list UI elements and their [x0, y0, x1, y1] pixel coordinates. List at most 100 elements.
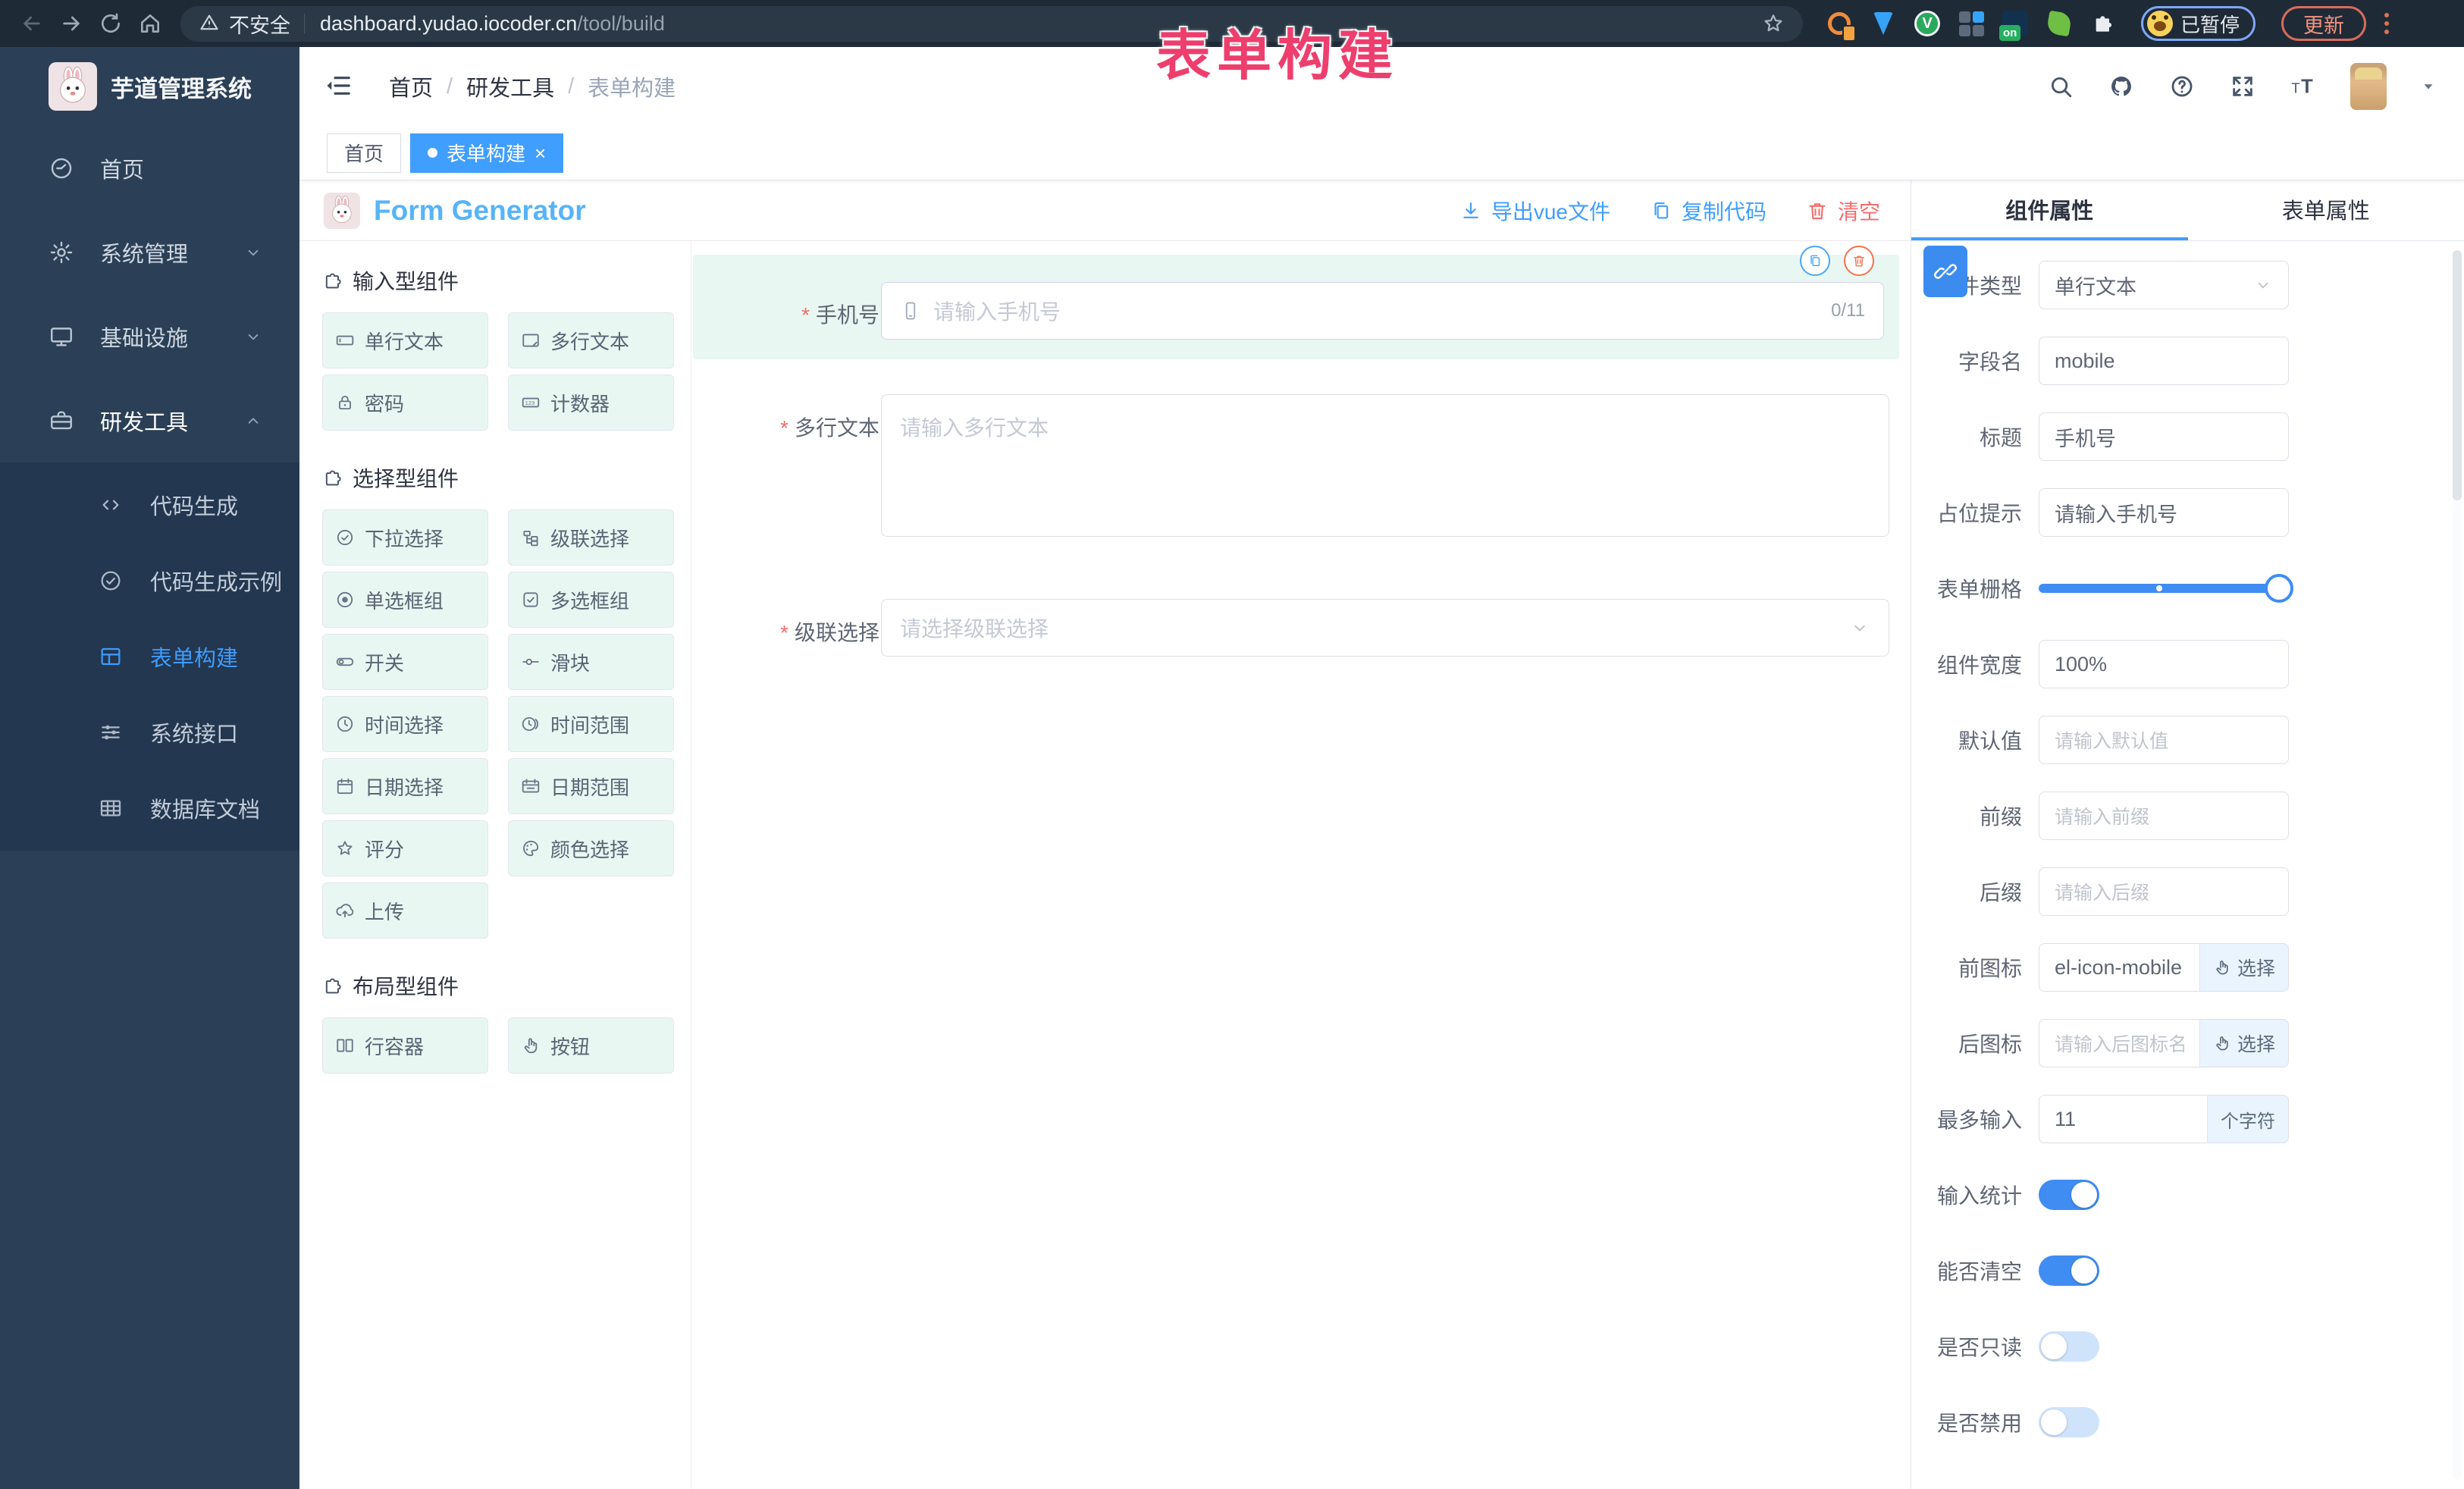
palette-item-时间范围[interactable]: 时间范围	[508, 696, 674, 752]
back-icon[interactable]	[12, 4, 52, 43]
address-bar[interactable]: 不安全 dashboard.yudao.iocoder.cn/tool/buil…	[180, 6, 1803, 42]
sidebar-item-研发工具[interactable]: 研发工具	[0, 378, 299, 462]
user-menu-caret-icon[interactable]	[2420, 78, 2437, 95]
max-length-input[interactable]: 11	[2039, 1095, 2207, 1143]
char-counter: 0/11	[1831, 300, 1865, 321]
select-icon-button[interactable]: 选择	[2199, 1019, 2289, 1067]
sidebar-item-基础设施[interactable]: 基础设施	[0, 294, 299, 378]
profile-chip[interactable]: 已暂停	[2141, 6, 2256, 41]
palette-item-单选框组[interactable]: 单选框组	[322, 572, 488, 628]
user-avatar[interactable]	[2350, 63, 2387, 110]
property-input[interactable]: 请输入前缀	[2039, 792, 2289, 840]
复制代码-button[interactable]: 复制代码	[1650, 196, 1766, 226]
extension-pin-icon[interactable]	[1868, 8, 1898, 39]
sidebar-subitem-代码生成[interactable]: 代码生成	[0, 467, 299, 543]
palette-item-时间选择[interactable]: 时间选择	[322, 696, 488, 752]
extension-grid-icon[interactable]	[1956, 8, 1986, 39]
palette-item-多选框组[interactable]: 多选框组	[508, 572, 674, 628]
palette-item-下拉选择[interactable]: 下拉选择	[322, 509, 488, 566]
palette-item-密码[interactable]: 密码	[322, 375, 488, 431]
form-grid-slider[interactable]	[2039, 564, 2289, 613]
tab-表单构建[interactable]: 表单构建×	[410, 133, 563, 173]
palette-item-计数器[interactable]: 123计数器	[508, 375, 674, 431]
icon-name-input[interactable]: el-icon-mobile	[2039, 943, 2199, 992]
toggle-输入统计[interactable]	[2039, 1180, 2099, 1210]
browser-menu-icon[interactable]	[2384, 13, 2389, 34]
textarea-input[interactable]: 请输入多行文本	[881, 394, 1889, 537]
help-icon[interactable]	[2168, 73, 2196, 100]
delete-field-button[interactable]	[1844, 246, 1874, 276]
row-icon	[335, 1036, 355, 1055]
select-icon-button[interactable]: 选择	[2199, 943, 2289, 992]
copy-icon	[1650, 199, 1672, 222]
sidebar-subitem-数据库文档[interactable]: 数据库文档	[0, 770, 299, 846]
extension-leaf-icon[interactable]	[2044, 8, 2074, 39]
sidebar-subitem-代码生成示例[interactable]: 代码生成示例	[0, 543, 299, 619]
extension-on-badge-icon[interactable]: on	[2000, 8, 2030, 39]
palette-item-颜色选择[interactable]: 颜色选择	[508, 820, 674, 876]
palette-item-级联选择[interactable]: 级联选择	[508, 509, 674, 566]
palette-item-日期范围[interactable]: 日期范围	[508, 758, 674, 814]
panel-tab-组件属性[interactable]: 组件属性	[1911, 180, 2188, 240]
palette-item-评分[interactable]: 评分	[322, 820, 488, 876]
property-input[interactable]: 请输入手机号	[2039, 488, 2289, 537]
bookmark-icon[interactable]	[1762, 12, 1785, 35]
property-input[interactable]: mobile	[2039, 337, 2289, 385]
home-icon[interactable]	[130, 4, 170, 43]
reload-icon[interactable]	[91, 4, 130, 43]
sidebar-subitem-表单构建[interactable]: 表单构建	[0, 619, 299, 694]
search-icon[interactable]	[2047, 73, 2074, 100]
extensions-puzzle-icon[interactable]	[2088, 8, 2118, 39]
copy-field-button[interactable]	[1800, 246, 1830, 276]
cascader-select[interactable]: 请选择级联选择	[881, 599, 1889, 657]
property-input[interactable]: 手机号	[2039, 412, 2289, 461]
palette-item-行容器[interactable]: 行容器	[322, 1017, 488, 1074]
sidebar-item-首页[interactable]: 首页	[0, 126, 299, 210]
palette-item-滑块[interactable]: 滑块	[508, 634, 674, 690]
palette-item-上传[interactable]: 上传	[322, 882, 488, 939]
breadcrumb-item[interactable]: 研发工具	[466, 71, 554, 102]
extension-orange-icon[interactable]	[1824, 8, 1854, 39]
breadcrumb-item[interactable]: 首页	[389, 71, 433, 102]
canvas-field-多行文本[interactable]: *多行文本请输入多行文本	[693, 391, 1899, 540]
update-button[interactable]: 更新	[2281, 6, 2366, 41]
清空-button[interactable]: 清空	[1806, 196, 1880, 226]
toggle-是否禁用[interactable]	[2039, 1407, 2099, 1437]
github-icon[interactable]	[2108, 73, 2135, 100]
panel-scrollbar[interactable]	[2453, 250, 2462, 1480]
toggle-能否清空[interactable]	[2039, 1255, 2099, 1286]
tag-view-bar: 首页表单构建×	[299, 126, 2464, 180]
time-range-icon	[521, 714, 541, 734]
sidebar-item-系统管理[interactable]: 系统管理	[0, 210, 299, 294]
icon-name-input[interactable]: 请输入后图标名称	[2039, 1019, 2199, 1067]
app-logo[interactable]: 芋道管理系统	[0, 47, 299, 126]
tab-首页[interactable]: 首页	[327, 133, 401, 173]
canvas-field-手机号[interactable]: *手机号请输入手机号0/11	[693, 255, 1899, 359]
property-input[interactable]: 请输入后缀	[2039, 867, 2289, 916]
canvas-field-级联选择[interactable]: *级联选择请选择级联选择	[693, 596, 1899, 660]
property-input[interactable]: 请输入默认值	[2039, 716, 2289, 764]
palette-item-单行文本[interactable]: 单行文本	[322, 312, 488, 368]
property-input[interactable]: 100%	[2039, 640, 2289, 688]
sidebar-subitem-系统接口[interactable]: 系统接口	[0, 694, 299, 770]
panel-tab-表单属性[interactable]: 表单属性	[2188, 180, 2464, 240]
导出vue文件-button[interactable]: 导出vue文件	[1459, 196, 1610, 226]
palette-item-开关[interactable]: 开关	[322, 634, 488, 690]
fullscreen-icon[interactable]	[2229, 73, 2256, 100]
font-size-icon[interactable]: TT	[2290, 73, 2317, 100]
palette-item-日期选择[interactable]: 日期选择	[322, 758, 488, 814]
scrollbar-thumb[interactable]	[2453, 250, 2462, 500]
puzzle-icon	[322, 270, 343, 291]
forward-icon[interactable]	[52, 4, 91, 43]
toggle-是否只读[interactable]	[2039, 1331, 2099, 1362]
slider-handle[interactable]	[2265, 574, 2293, 603]
collapse-sidebar-icon[interactable]	[324, 71, 354, 102]
palette-item-按钮[interactable]: 按钮	[508, 1017, 674, 1074]
link-button[interactable]	[1923, 246, 1967, 297]
slider-track[interactable]	[2039, 584, 2289, 593]
phone-input[interactable]: 请输入手机号0/11	[881, 282, 1884, 340]
extension-green-v-icon[interactable]: V	[1912, 8, 1942, 39]
tab-close-icon[interactable]: ×	[534, 143, 546, 163]
component-type-select[interactable]: 单行文本	[2039, 261, 2289, 309]
palette-item-多行文本[interactable]: 多行文本	[508, 312, 674, 368]
